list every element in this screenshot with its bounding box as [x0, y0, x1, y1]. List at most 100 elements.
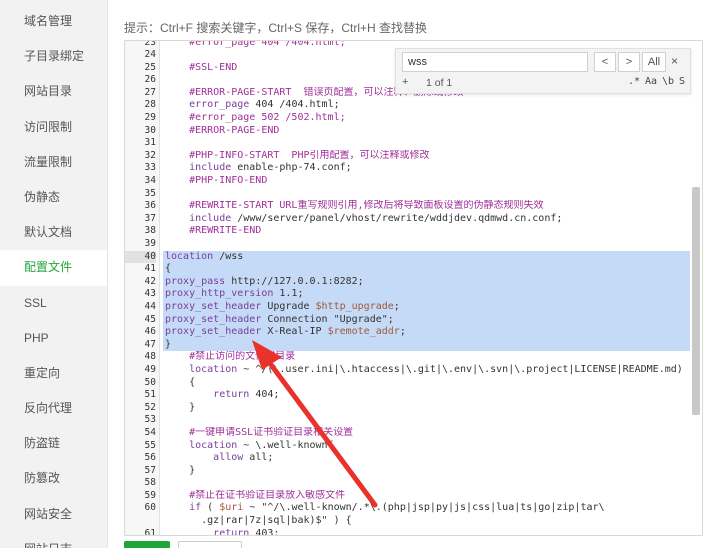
code-line[interactable]: 29 #error_page 502 /502.html; [125, 112, 702, 125]
code-line[interactable]: 30 #ERROR-PAGE-END [125, 125, 702, 138]
line-code[interactable]: { [163, 263, 690, 276]
line-code[interactable]: proxy_set_header Upgrade $http_upgrade; [163, 300, 690, 314]
sidebar-item-reverse-proxy[interactable]: 反向代理 [0, 391, 107, 426]
code-line[interactable]: 57 } [125, 465, 702, 478]
code-line[interactable]: .gz|rar|7z|sql|bak)$" ) { [125, 515, 702, 528]
sidebar-item-default-doc[interactable]: 默认文档 [0, 215, 107, 250]
line-code[interactable]: #PHP-INFO-START PHP引用配置，可以注释或修改 [165, 150, 688, 163]
case-option[interactable]: Aa [645, 76, 657, 87]
line-code[interactable]: location ~ \.well-known{ [165, 440, 688, 453]
code-line[interactable]: 38 #REWRITE-END [125, 225, 702, 238]
sidebar-item-domain[interactable]: 域名管理 [0, 4, 107, 39]
line-code[interactable]: .gz|rar|7z|sql|bak)$" ) { [165, 515, 688, 528]
line-code[interactable]: #REWRITE-START URL重写规则引用,修改后将导致面板设置的伪静态规… [165, 200, 688, 213]
code-editor[interactable]: 23 #error_page 404 /404.html; 24 25 #SSL-E… [124, 40, 703, 536]
code-line[interactable]: 46 proxy_set_header X-Real-IP $remote_add… [125, 326, 702, 339]
code-line[interactable]: 36 #REWRITE-START URL重写规则引用,修改后将导致面板设置的伪… [125, 200, 702, 213]
sidebar-item-redirect[interactable]: 重定向 [0, 356, 107, 391]
code-line[interactable]: 49 location ~ ^/(\.user.ini|\.htaccess|\… [125, 364, 702, 377]
sidebar-item-config-file[interactable]: 配置文件 [0, 250, 107, 286]
line-code[interactable]: #REWRITE-END [165, 225, 688, 238]
code-line[interactable]: 39 [125, 238, 702, 251]
line-code[interactable]: #ERROR-PAGE-END [165, 125, 688, 138]
code-line[interactable]: 51 return 404; [125, 389, 702, 402]
line-number: 38 [144, 225, 156, 237]
line-code[interactable]: #PHP-INFO-END [165, 175, 688, 188]
code-line[interactable]: 50 { [125, 377, 702, 390]
sidebar-item-site-dir[interactable]: 网站目录 [0, 74, 107, 109]
line-code[interactable]: if ( $uri ~ "^/\.well-known/.*\.(php|jsp… [165, 502, 688, 515]
code-line[interactable]: 37 include /www/server/panel/vhost/rewri… [125, 213, 702, 226]
code-line[interactable]: 32 #PHP-INFO-START PHP引用配置，可以注释或修改 [125, 150, 702, 163]
in-selection-option[interactable]: S [679, 76, 685, 87]
word-option[interactable]: \b [662, 76, 674, 87]
line-number: 32 [144, 149, 156, 161]
sidebar-item-ssl[interactable]: SSL [0, 286, 107, 321]
sidebar-item-site-log[interactable]: 网站日志 [0, 532, 107, 548]
search-input[interactable]: wss [402, 52, 588, 72]
line-code[interactable]: proxy_http_version 1.1; [163, 288, 690, 301]
code-line[interactable]: 31 [125, 137, 702, 150]
code-line[interactable]: 35 [125, 188, 702, 201]
code-line[interactable]: 56 allow all; [125, 452, 702, 465]
code-line[interactable]: 60 if ( $uri ~ "^/\.well-known/.*\.(php|… [125, 502, 702, 515]
line-code[interactable]: location ~ ^/(\.user.ini|\.htaccess|\.gi… [165, 364, 688, 377]
line-code[interactable]: proxy_set_header Connection "Upgrade"; [163, 313, 690, 327]
line-code[interactable]: #一键申请SSL证书验证目录相关设置 [165, 427, 688, 440]
line-code[interactable]: include enable-php-74.conf; [165, 162, 688, 175]
line-code[interactable]: } [163, 338, 690, 352]
code-line[interactable]: 54 #一键申请SSL证书验证目录相关设置 [125, 427, 702, 440]
sidebar-item-php[interactable]: PHP [0, 321, 107, 356]
line-code[interactable]: error_page 404 /404.html; [165, 99, 688, 112]
line-code[interactable]: } [165, 465, 688, 478]
code-line[interactable]: 40 location /wss [125, 250, 702, 264]
code-line[interactable]: 61 return 403; [125, 528, 702, 535]
line-code[interactable]: location /wss [163, 250, 690, 264]
line-number: 24 [144, 49, 156, 61]
line-code[interactable]: { [165, 377, 688, 390]
next-match-button[interactable]: > [618, 52, 640, 72]
line-code[interactable]: return 403; [165, 528, 688, 535]
code-lines[interactable]: 23 #error_page 404 /404.html; 24 25 #SSL-E… [125, 41, 702, 535]
code-line[interactable]: 58 [125, 477, 702, 490]
code-line[interactable]: 45 proxy_set_header Connection "Upgrade"; [125, 313, 702, 327]
code-line[interactable]: 28 error_page 404 /404.html; [125, 99, 702, 112]
line-code[interactable]: allow all; [165, 452, 688, 465]
line-code[interactable]: proxy_set_header X-Real-IP $remote_addr; [163, 326, 690, 339]
line-code[interactable]: #error_page 502 /502.html; [165, 112, 688, 125]
regex-option[interactable]: .* [628, 76, 640, 87]
code-line[interactable]: 42 proxy_pass http://127.0.0.1:8282; [125, 275, 702, 289]
code-line[interactable]: 33 include enable-php-74.conf; [125, 162, 702, 175]
code-line[interactable]: 59 #禁止在证书验证目录放入敏感文件 [125, 490, 702, 503]
sidebar-item-rewrite[interactable]: 伪静态 [0, 180, 107, 215]
line-code[interactable]: #禁止访问的文件或目录 [165, 351, 688, 364]
sidebar-item-site-security[interactable]: 网站安全 [0, 497, 107, 532]
code-line[interactable]: 41 { [125, 263, 702, 276]
code-line[interactable]: 48 #禁止访问的文件或目录 [125, 351, 702, 364]
line-number: 55 [144, 439, 156, 451]
line-code[interactable]: return 404; [165, 389, 688, 402]
sidebar-item-tamper[interactable]: 防篡改 [0, 461, 107, 496]
secondary-button[interactable] [178, 541, 242, 548]
code-line[interactable]: 52 } [125, 402, 702, 415]
prev-match-button[interactable]: < [594, 52, 616, 72]
line-code[interactable]: proxy_pass http://127.0.0.1:8282; [163, 275, 690, 289]
vertical-scrollbar[interactable] [692, 187, 700, 415]
code-line[interactable]: 47} [125, 338, 702, 352]
toggle-replace-icon[interactable]: + [402, 76, 408, 88]
line-code[interactable]: } [165, 402, 688, 415]
code-line[interactable]: 55 location ~ \.well-known{ [125, 440, 702, 453]
sidebar-item-traffic-limit[interactable]: 流量限制 [0, 145, 107, 180]
code-line[interactable]: 53 [125, 414, 702, 427]
line-code[interactable]: #禁止在证书验证目录放入敏感文件 [165, 490, 688, 503]
save-button[interactable] [124, 541, 170, 548]
close-icon[interactable]: × [671, 54, 678, 68]
sidebar-item-subdir[interactable]: 子目录绑定 [0, 39, 107, 74]
sidebar-item-access-limit[interactable]: 访问限制 [0, 110, 107, 145]
line-code[interactable]: include /www/server/panel/vhost/rewrite/… [165, 213, 688, 226]
code-line[interactable]: 43 proxy_http_version 1.1; [125, 288, 702, 301]
select-all-button[interactable]: All [642, 52, 666, 72]
sidebar-item-hotlink[interactable]: 防盗链 [0, 426, 107, 461]
code-line[interactable]: 44 proxy_set_header Upgrade $http_upgrade… [125, 300, 702, 314]
code-line[interactable]: 34 #PHP-INFO-END [125, 175, 702, 188]
